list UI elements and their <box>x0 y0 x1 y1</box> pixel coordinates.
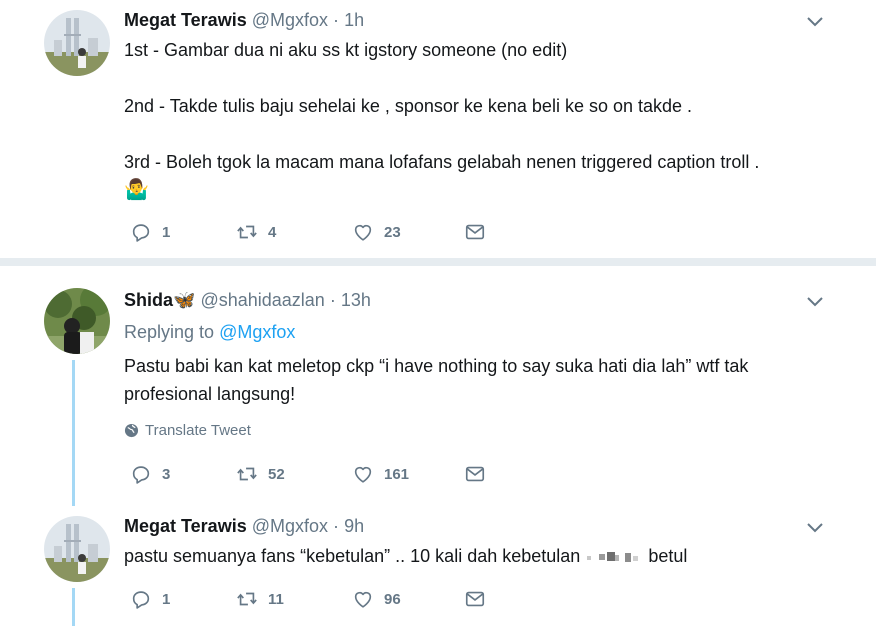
like-button[interactable]: 161 <box>352 463 409 485</box>
retweet-button[interactable]: 4 <box>236 221 276 243</box>
user-handle[interactable]: @Mgxfox <box>252 10 328 30</box>
reply-button[interactable]: 1 <box>130 588 170 610</box>
tweet-text-end: betul <box>648 546 688 566</box>
timestamp[interactable]: 9h <box>344 516 364 536</box>
reply-count: 1 <box>162 590 171 608</box>
tweet-line: 2nd - Takde tulis baju sehelai ke , spon… <box>124 96 693 116</box>
butterfly-emoji: 🦋 <box>173 290 196 310</box>
conversation-divider <box>0 258 876 266</box>
dm-button[interactable] <box>464 463 486 485</box>
chevron-down-icon[interactable] <box>805 14 825 28</box>
reply-icon <box>132 224 150 242</box>
tweet-2[interactable]: Shida🦋 @shahidaazlan · 13h Replying to @… <box>0 266 876 506</box>
retweet-icon <box>237 225 257 239</box>
timestamp[interactable]: 1h <box>344 10 364 30</box>
reply-count: 3 <box>162 465 171 483</box>
heart-icon <box>354 466 372 483</box>
chevron-down-icon[interactable] <box>805 520 825 534</box>
retweet-count: 4 <box>268 223 277 241</box>
display-name[interactable]: Megat Terawis <box>124 10 247 30</box>
tweet-1[interactable]: Megat Terawis @Mgxfox · 1h 1st - Gambar … <box>0 0 876 258</box>
display-name[interactable]: Megat Terawis <box>124 516 247 536</box>
tweet-text-start: pastu semuanya fans “kebetulan” .. 10 ka… <box>124 546 581 566</box>
retweet-button[interactable]: 52 <box>236 463 285 485</box>
retweet-count: 11 <box>268 590 284 608</box>
tweet-header: Megat Terawis @Mgxfox · 1h <box>124 10 364 31</box>
timestamp[interactable]: 13h <box>341 290 371 310</box>
translate-tweet[interactable]: Translate Tweet <box>124 422 251 439</box>
tweet-header: Shida🦋 @shahidaazlan · 13h <box>124 290 371 311</box>
heart-icon <box>354 224 372 241</box>
display-name[interactable]: Shida <box>124 290 173 310</box>
replying-to-handle[interactable]: @Mgxfox <box>219 322 295 342</box>
user-handle[interactable]: @shahidaazlan <box>200 290 324 310</box>
reply-count: 1 <box>162 223 171 241</box>
envelope-icon <box>465 466 485 482</box>
avatar[interactable] <box>44 288 110 354</box>
avatar[interactable] <box>44 10 110 76</box>
heart-icon <box>354 591 372 608</box>
retweet-icon <box>237 592 257 606</box>
tweet-3[interactable]: Megat Terawis @Mgxfox · 9h pastu semuany… <box>0 506 876 626</box>
shrug-emoji: 🤷‍♂️ <box>124 179 149 201</box>
translate-label: Translate Tweet <box>145 422 251 439</box>
replying-to: Replying to @Mgxfox <box>124 322 295 343</box>
envelope-icon <box>465 224 485 240</box>
thread-line <box>72 588 75 626</box>
tweet-line: profesional langsung! <box>124 384 296 404</box>
dm-button[interactable] <box>464 588 486 610</box>
replying-to-label: Replying to <box>124 322 215 342</box>
like-count: 96 <box>384 590 401 608</box>
like-count: 161 <box>384 465 410 483</box>
tweet-header: Megat Terawis @Mgxfox · 9h <box>124 516 364 537</box>
reply-button[interactable]: 1 <box>130 221 170 243</box>
avatar[interactable] <box>44 516 110 582</box>
tweet-line: 3rd - Boleh tgok la macam mana lofafans … <box>124 152 760 172</box>
tweet-line: Pastu babi kan kat meletop ckp “i have n… <box>124 356 749 376</box>
tweet-text: pastu semuanya fans “kebetulan” .. 10 ka… <box>124 542 824 570</box>
like-button[interactable]: 23 <box>352 221 401 243</box>
tweet-line: 1st - Gambar dua ni aku ss kt igstory so… <box>124 40 568 60</box>
retweet-button[interactable]: 11 <box>236 588 284 610</box>
chevron-down-icon[interactable] <box>805 294 825 308</box>
retweet-count: 52 <box>268 465 285 483</box>
retweet-icon <box>237 467 257 481</box>
user-handle[interactable]: @Mgxfox <box>252 516 328 536</box>
reply-icon <box>132 591 150 609</box>
tweet-text: Pastu babi kan kat meletop ckp “i have n… <box>124 352 824 408</box>
reply-icon <box>132 466 150 484</box>
envelope-icon <box>465 591 485 607</box>
separator-dot: · <box>333 10 340 30</box>
separator-dot: · <box>333 516 340 536</box>
dm-button[interactable] <box>464 221 486 243</box>
like-count: 23 <box>384 223 401 241</box>
globe-icon <box>124 423 139 438</box>
reply-button[interactable]: 3 <box>130 463 170 485</box>
like-button[interactable]: 96 <box>352 588 401 610</box>
censored-word <box>587 552 639 563</box>
thread-line <box>72 360 75 506</box>
tweet-text: 1st - Gambar dua ni aku ss kt igstory so… <box>124 36 824 204</box>
separator-dot: · <box>329 290 336 310</box>
